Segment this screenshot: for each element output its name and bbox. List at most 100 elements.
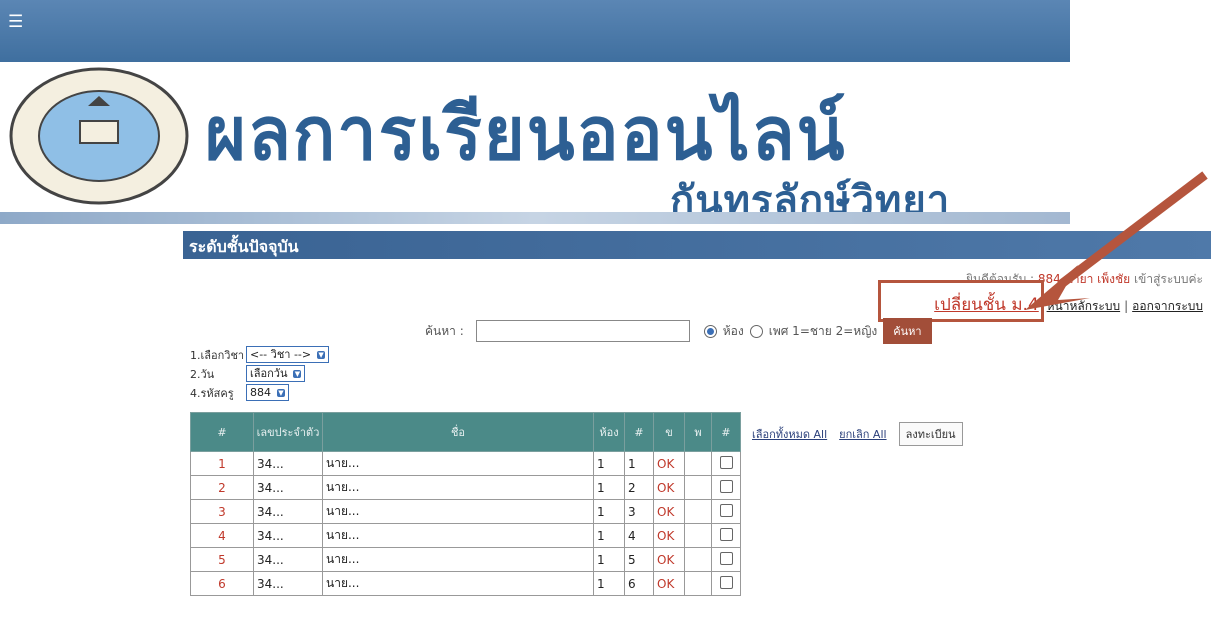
search-label: ค้นหา : xyxy=(425,323,464,338)
table-row: 5 34... นาย... 1 5 OK xyxy=(190,547,741,572)
table-row: 1 34... นาย... 1 1 OK xyxy=(190,451,741,476)
row-name: นาย... xyxy=(322,499,594,524)
row-status: OK xyxy=(653,475,685,500)
subject-value: <-- วิชา --> xyxy=(250,348,312,361)
radio-gender[interactable] xyxy=(749,324,763,338)
radio-room-label: ห้อง xyxy=(722,323,744,338)
teacher-code-value: 884 xyxy=(250,386,271,399)
banner-divider xyxy=(0,212,1070,224)
row-student-id: 34... xyxy=(253,499,323,524)
select-all-link[interactable]: เลือกทั้งหมด All xyxy=(752,425,827,443)
row-room: 1 xyxy=(593,547,625,572)
row-select-cell xyxy=(711,547,741,572)
row-status: OK xyxy=(653,499,685,524)
row-index: 1 xyxy=(190,451,254,476)
school-seal-logo xyxy=(9,67,189,205)
day-value: เลือกวัน xyxy=(250,367,288,380)
annotation-arrow xyxy=(1025,171,1208,310)
row-checkbox[interactable] xyxy=(719,551,733,565)
table-header-row: # เลขประจำตัว ชื่อ ห้อง # ข พ # xyxy=(190,412,741,452)
row-index: 2 xyxy=(190,475,254,500)
row-name: นาย... xyxy=(322,547,594,572)
row-select-cell xyxy=(711,451,741,476)
row-index: 6 xyxy=(190,571,254,596)
row-p xyxy=(684,499,712,524)
cancel-all-link[interactable]: ยกเลิก All xyxy=(839,425,886,443)
teacher-code-label: 4.รหัสครู xyxy=(190,386,234,400)
row-name: นาย... xyxy=(322,523,594,548)
row-student-id: 34... xyxy=(253,571,323,596)
row-number: 2 xyxy=(624,475,654,500)
col-select: # xyxy=(711,412,741,452)
row-room: 1 xyxy=(593,523,625,548)
row-checkbox[interactable] xyxy=(719,503,733,517)
top-nav-bar: ☰ xyxy=(0,0,1070,62)
bulk-actions: เลือกทั้งหมด All ยกเลิก All ลงทะเบียน xyxy=(752,422,963,446)
day-select[interactable]: เลือกวัน ▼ xyxy=(246,365,306,382)
row-student-id: 34... xyxy=(253,547,323,572)
row-number: 3 xyxy=(624,499,654,524)
row-checkbox[interactable] xyxy=(719,479,733,493)
col-p: พ xyxy=(684,412,712,452)
student-table: # เลขประจำตัว ชื่อ ห้อง # ข พ # 1 34... … xyxy=(190,412,741,596)
row-index: 4 xyxy=(190,523,254,548)
row-checkbox[interactable] xyxy=(719,527,733,541)
row-status: OK xyxy=(653,547,685,572)
chevron-down-icon: ▼ xyxy=(317,350,326,359)
table-row: 3 34... นาย... 1 3 OK xyxy=(190,499,741,524)
search-button[interactable]: ค้นหา xyxy=(883,318,932,344)
col-name: ชื่อ xyxy=(322,412,594,452)
row-name: นาย... xyxy=(322,475,594,500)
row-select-cell xyxy=(711,571,741,596)
table-row: 4 34... นาย... 1 4 OK xyxy=(190,523,741,548)
chevron-down-icon: ▼ xyxy=(277,388,285,397)
subject-select[interactable]: <-- วิชา --> ▼ xyxy=(246,346,330,363)
row-name: นาย... xyxy=(322,571,594,596)
section-title: ระดับชั้นปัจจุบัน xyxy=(189,237,299,256)
filter-panel: 1.เลือกวิชา <-- วิชา --> ▼ 2.วัน เลือกวัน… xyxy=(190,345,330,402)
teacher-code-select[interactable]: 884 ▼ xyxy=(246,384,289,401)
radio-gender-label: เพศ 1=ชาย 2=หญิง xyxy=(768,323,878,338)
row-status: OK xyxy=(653,523,685,548)
col-status: ข xyxy=(653,412,685,452)
row-p xyxy=(684,547,712,572)
row-p xyxy=(684,523,712,548)
row-select-cell xyxy=(711,523,741,548)
table-row: 6 34... นาย... 1 6 OK xyxy=(190,571,741,596)
col-room: ห้อง xyxy=(593,412,625,452)
row-checkbox[interactable] xyxy=(719,455,733,469)
table-row: 2 34... นาย... 1 2 OK xyxy=(190,475,741,500)
row-room: 1 xyxy=(593,499,625,524)
row-number: 6 xyxy=(624,571,654,596)
row-number: 5 xyxy=(624,547,654,572)
chevron-down-icon: ▼ xyxy=(293,369,302,378)
col-index: # xyxy=(190,412,254,452)
search-input[interactable] xyxy=(475,320,690,342)
row-name: นาย... xyxy=(322,451,594,476)
row-status: OK xyxy=(653,451,685,476)
search-row: ค้นหา : ห้อง เพศ 1=ชาย 2=หญิง ค้นหา xyxy=(425,318,932,344)
row-p xyxy=(684,475,712,500)
row-status: OK xyxy=(653,571,685,596)
row-index: 3 xyxy=(190,499,254,524)
col-student-id: เลขประจำตัว xyxy=(253,412,323,452)
row-p xyxy=(684,571,712,596)
day-label: 2.วัน xyxy=(190,367,215,381)
subject-label: 1.เลือกวิชา xyxy=(190,348,245,362)
radio-room[interactable] xyxy=(703,324,717,338)
row-number: 4 xyxy=(624,523,654,548)
row-checkbox[interactable] xyxy=(719,575,733,589)
hamburger-icon[interactable]: ☰ xyxy=(8,12,23,32)
register-button[interactable]: ลงทะเบียน xyxy=(898,422,963,446)
row-room: 1 xyxy=(593,451,625,476)
row-room: 1 xyxy=(593,571,625,596)
row-student-id: 34... xyxy=(253,475,323,500)
row-student-id: 34... xyxy=(253,523,323,548)
row-number: 1 xyxy=(624,451,654,476)
col-number: # xyxy=(624,412,654,452)
row-student-id: 34... xyxy=(253,451,323,476)
row-room: 1 xyxy=(593,475,625,500)
row-select-cell xyxy=(711,499,741,524)
row-p xyxy=(684,451,712,476)
row-select-cell xyxy=(711,475,741,500)
